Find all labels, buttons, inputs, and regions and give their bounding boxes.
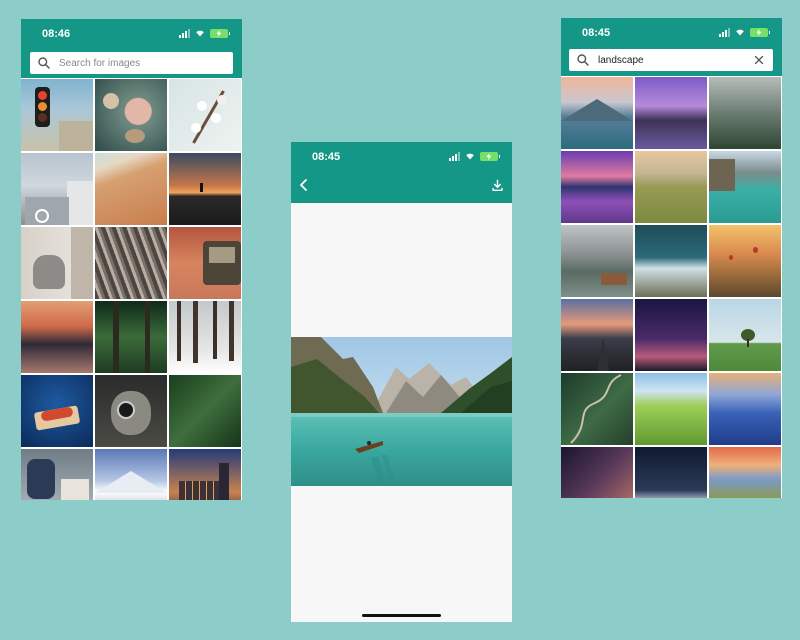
image-thumbnail[interactable]: [635, 299, 707, 371]
close-icon[interactable]: [753, 54, 765, 66]
wifi-icon: [736, 29, 744, 36]
image-thumbnail[interactable]: [95, 301, 167, 373]
battery-icon: [210, 28, 230, 38]
image-thumbnail[interactable]: [21, 375, 93, 447]
battery-icon: [480, 151, 500, 161]
image-thumbnail[interactable]: [169, 227, 241, 299]
image-thumbnail[interactable]: [635, 225, 707, 297]
image-thumbnail[interactable]: [709, 299, 781, 371]
wifi-icon: [466, 153, 474, 160]
app-bar: 08:45: [291, 142, 512, 203]
image-thumbnail[interactable]: [21, 79, 93, 151]
cellular-signal-icon: [179, 28, 190, 38]
search-bar[interactable]: [569, 49, 773, 71]
image-thumbnail[interactable]: [635, 373, 707, 445]
image-thumbnail[interactable]: [95, 227, 167, 299]
status-time: 08:46: [42, 28, 71, 40]
search-icon: [577, 54, 589, 66]
image-thumbnail[interactable]: [709, 447, 781, 498]
image-thumbnail[interactable]: [709, 77, 781, 149]
search-bar[interactable]: [30, 52, 233, 74]
preview-photo: [291, 337, 512, 486]
image-thumbnail[interactable]: [95, 449, 167, 500]
status-time: 08:45: [312, 151, 341, 163]
cellular-signal-icon: [719, 27, 730, 37]
image-detail-screen: 08:45: [291, 142, 512, 622]
battery-icon: [750, 27, 770, 37]
image-thumbnail[interactable]: [95, 375, 167, 447]
image-thumbnail[interactable]: [635, 447, 707, 498]
image-preview: [291, 337, 512, 486]
status-time: 08:45: [582, 27, 611, 39]
image-thumbnail[interactable]: [709, 373, 781, 445]
cellular-signal-icon: [449, 151, 460, 161]
image-thumbnail[interactable]: [169, 153, 241, 225]
image-thumbnail[interactable]: [561, 151, 633, 223]
image-thumbnail[interactable]: [709, 225, 781, 297]
image-thumbnail[interactable]: [635, 77, 707, 149]
image-thumbnail[interactable]: [709, 151, 781, 223]
image-thumbnail[interactable]: [635, 151, 707, 223]
back-icon[interactable]: [297, 178, 311, 192]
search-results-screen: 08:45: [561, 18, 782, 498]
image-grid: [561, 77, 782, 498]
status-bar: 08:45: [291, 142, 512, 172]
wifi-icon: [196, 30, 204, 37]
search-screen: 08:46: [21, 19, 242, 500]
image-thumbnail[interactable]: [561, 77, 633, 149]
home-indicator: [362, 614, 441, 617]
image-thumbnail[interactable]: [169, 79, 241, 151]
image-thumbnail[interactable]: [95, 79, 167, 151]
image-thumbnail[interactable]: [561, 447, 633, 498]
search-icon: [38, 57, 50, 69]
search-input[interactable]: [598, 54, 753, 66]
image-thumbnail[interactable]: [21, 153, 93, 225]
image-thumbnail[interactable]: [21, 227, 93, 299]
image-thumbnail[interactable]: [169, 449, 241, 500]
download-icon[interactable]: [491, 179, 504, 192]
image-thumbnail[interactable]: [169, 301, 241, 373]
image-thumbnail[interactable]: [169, 375, 241, 447]
search-input[interactable]: [59, 57, 233, 69]
image-thumbnail[interactable]: [21, 449, 93, 500]
image-grid: [21, 79, 242, 500]
image-thumbnail[interactable]: [561, 225, 633, 297]
image-thumbnail[interactable]: [561, 299, 633, 371]
status-bar: 08:46: [21, 19, 242, 49]
image-thumbnail[interactable]: [561, 373, 633, 445]
image-thumbnail[interactable]: [95, 153, 167, 225]
app-bar: 08:46: [21, 19, 242, 78]
image-thumbnail[interactable]: [21, 301, 93, 373]
app-bar: 08:45: [561, 18, 782, 76]
status-bar: 08:45: [561, 18, 782, 48]
